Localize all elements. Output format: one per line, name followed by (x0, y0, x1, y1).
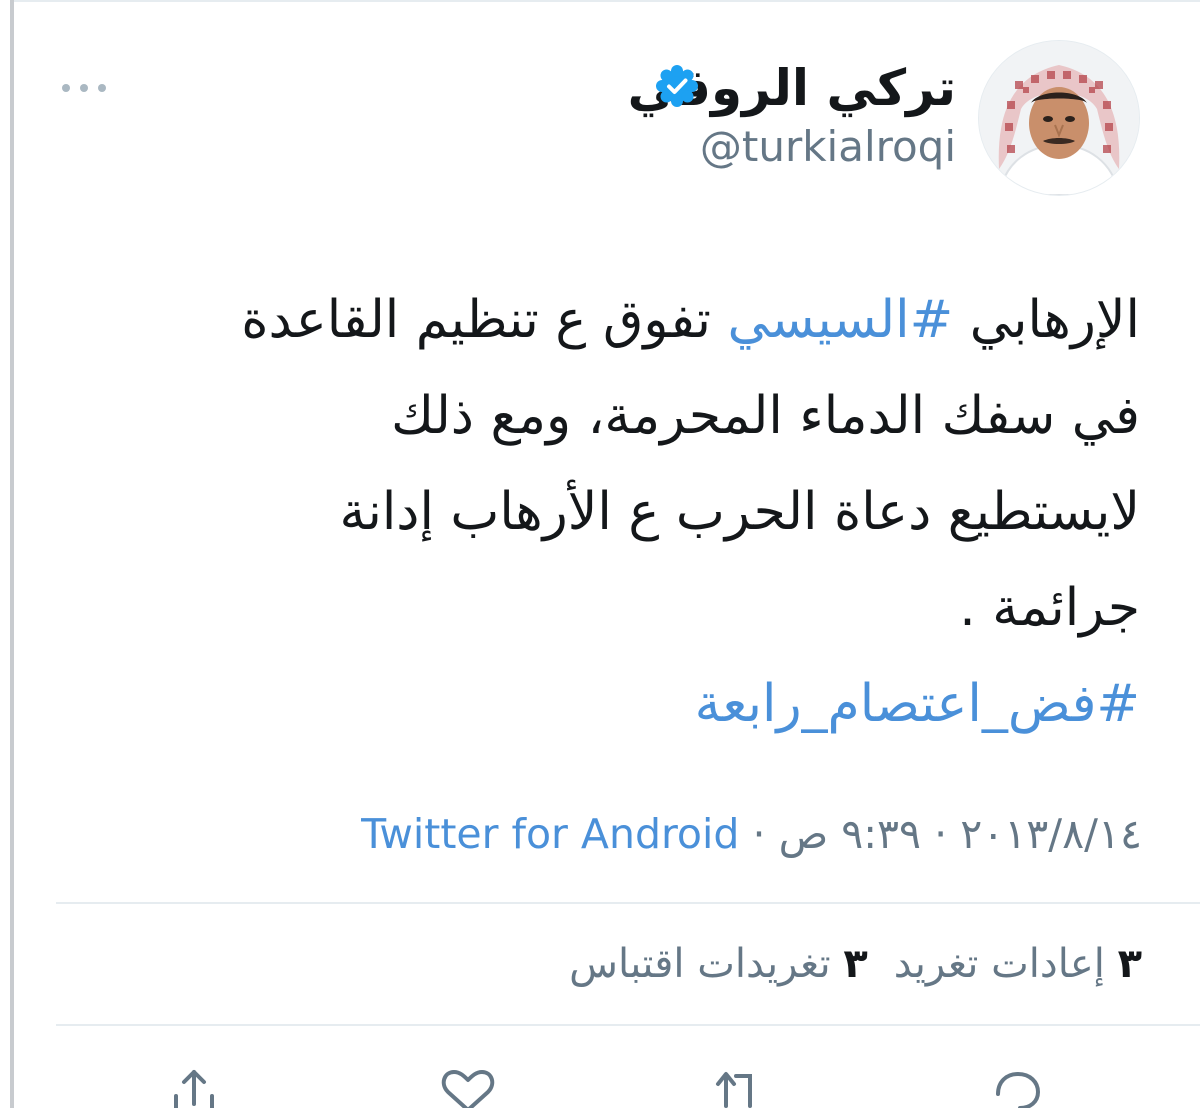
tweet-text-line: جرائمة . (959, 578, 1140, 638)
retweets-stat[interactable]: ٣ إعادات تغريد (894, 936, 1142, 992)
retweet-button[interactable] (706, 1062, 770, 1108)
tweet-time: ٩:٣٩ ص (778, 810, 922, 858)
top-edge-rule (14, 0, 1200, 2)
tweet-stats: ٣ إعادات تغريد٣ تغريدات اقتباس (569, 936, 1142, 992)
meta-separator: · (752, 810, 766, 858)
avatar-portrait-image (979, 41, 1139, 195)
divider (56, 902, 1200, 904)
tweet-text-line: لايستطيع دعاة الحرب ع الأرهاب إدانة (339, 482, 1140, 542)
tweet-text-segment: الإرهابي (953, 290, 1140, 350)
quotes-count: ٣ (843, 941, 868, 987)
verified-badge-icon (656, 65, 698, 107)
reply-button[interactable] (984, 1062, 1048, 1108)
tweet-text-line: الإرهابي #السيسي تفوق ع تنظيم القاعدة (60, 272, 1140, 368)
more-dot (98, 84, 106, 92)
share-icon (174, 1070, 214, 1108)
retweets-label: إعادات تغريد (893, 941, 1105, 987)
more-options-icon[interactable] (62, 78, 106, 98)
quotes-stat[interactable]: ٣ تغريدات اقتباس (569, 936, 868, 992)
tweet-metadata: ٢٠١٣/٨/١٤ · ٩:٣٩ ص · Twitter for Android (361, 806, 1142, 862)
share-button[interactable] (162, 1062, 226, 1108)
tweet-text-line: في سفك الدماء المحرمة، ومع ذلك (391, 386, 1140, 446)
divider (56, 1024, 1200, 1026)
retweets-count: ٣ (1117, 941, 1142, 987)
quotes-label: تغريدات اقتباس (569, 941, 831, 987)
tweet-source-link[interactable]: Twitter for Android (361, 810, 739, 858)
tweet-text: الإرهابي #السيسي تفوق ع تنظيم القاعدة في… (60, 272, 1140, 752)
tweet-date: ٢٠١٣/٨/١٤ (960, 810, 1142, 858)
hashtag-link-sisi[interactable]: #السيسي (728, 290, 954, 350)
meta-separator: · (934, 810, 948, 858)
like-button[interactable] (436, 1062, 500, 1108)
more-dot (80, 84, 88, 92)
avatar[interactable] (978, 40, 1140, 196)
left-edge-rule (10, 0, 14, 1108)
like-icon (441, 1070, 495, 1108)
more-dot (62, 84, 70, 92)
tweet-text-segment: تفوق ع تنظيم القاعدة (241, 290, 728, 350)
reply-icon (996, 1071, 1041, 1108)
retweet-icon (716, 1072, 752, 1108)
hashtag-link-rabaa[interactable]: #فض_اعتصام_رابعة (60, 656, 1140, 752)
user-handle[interactable]: @turkialroqi (700, 120, 956, 174)
